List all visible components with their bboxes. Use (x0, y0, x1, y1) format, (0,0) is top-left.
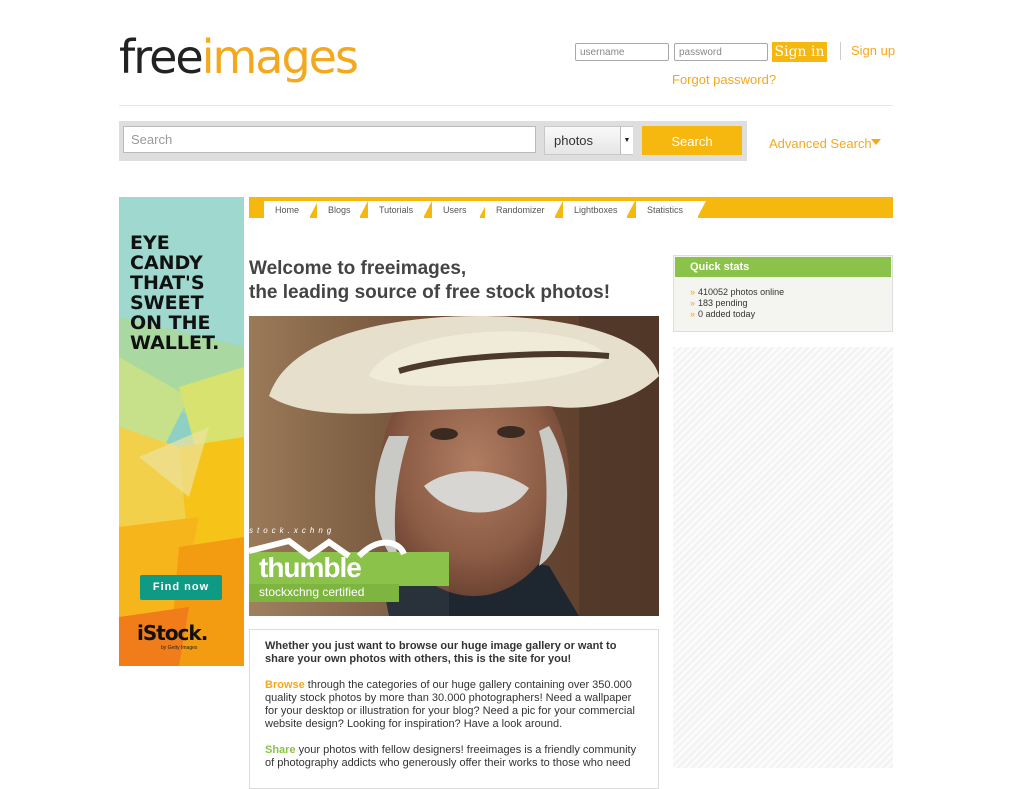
welcome-heading: Welcome to freeimages, the leading sourc… (249, 257, 610, 305)
browse-link[interactable]: Browse (265, 679, 305, 691)
istock-logo: iStock. (137, 621, 208, 645)
share-paragraph: Share your photos with fellow designers!… (265, 744, 645, 770)
tab-label: Users (443, 205, 467, 215)
username-input[interactable]: username (575, 43, 669, 61)
stat-item: » 410052 photos online (690, 287, 784, 298)
stat-item: » 0 added today (690, 309, 755, 320)
ad-headline-line: ON THE (130, 312, 211, 334)
tab-home[interactable]: Home (264, 201, 318, 218)
logo-free-text: free (119, 30, 204, 84)
tab-tutorials[interactable]: Tutorials (368, 201, 432, 218)
bullet-icon: » (690, 298, 696, 308)
stat-text: 0 added today (698, 309, 756, 319)
stat-text: 410052 photos online (698, 287, 785, 297)
sign-up-link[interactable]: Sign up (851, 43, 895, 58)
tab-label: Home (275, 205, 300, 215)
welcome-line-2: the leading source of free stock photos! (249, 282, 611, 303)
stat-item: » 183 pending (690, 298, 748, 309)
header-divider (840, 42, 841, 60)
bullet-icon: » (690, 309, 696, 319)
advanced-search-link[interactable]: Advanced Search (769, 136, 872, 151)
header-divider-line (119, 105, 893, 106)
ad-headline: EYE CANDY THAT'S SWEET ON THE WALLET. (130, 233, 219, 353)
chevron-down-icon[interactable] (871, 139, 881, 145)
tab-label: Blogs (328, 205, 351, 215)
photo-author-name[interactable]: thumble (259, 552, 362, 584)
browse-text: through the categories of our huge galle… (265, 679, 635, 730)
sign-in-button[interactable]: Sign in (772, 42, 827, 62)
ad-find-now-button[interactable]: Find now (140, 575, 222, 600)
photo-watermark: stock.xchng (249, 526, 336, 535)
istock-logo-subtitle: by Getty Images (161, 645, 198, 651)
sidebar-ad-placeholder (673, 347, 893, 768)
quick-stats-title: Quick stats (675, 257, 891, 277)
tab-blogs[interactable]: Blogs (317, 201, 368, 218)
tab-label: Tutorials (379, 205, 414, 215)
ad-headline-line: SWEET (130, 292, 204, 314)
tab-randomizer[interactable]: Randomizer (485, 201, 563, 218)
photo-certified-label: stockxchng certified (259, 585, 365, 599)
password-input[interactable]: password (674, 43, 768, 61)
ad-headline-line: WALLET. (130, 332, 220, 354)
search-input[interactable]: Search (123, 126, 536, 153)
intro-lead-text: Whether you just want to browse our huge… (265, 640, 617, 665)
ad-headline-line: EYE (130, 232, 170, 254)
tab-label: Statistics (647, 205, 684, 215)
tab-lightboxes[interactable]: Lightboxes (563, 201, 635, 218)
istock-ad-banner[interactable]: EYE CANDY THAT'S SWEET ON THE WALLET. Fi… (119, 197, 244, 666)
select-arrow-icon[interactable]: ▼ (620, 127, 633, 154)
tab-statistics[interactable]: Statistics (636, 201, 706, 218)
tab-users[interactable]: Users (432, 201, 488, 218)
stat-text: 183 pending (698, 298, 748, 308)
tab-label: Lightboxes (574, 205, 618, 215)
search-button[interactable]: Search (642, 126, 742, 155)
bullet-icon: » (690, 287, 696, 297)
tab-label: Randomizer (496, 205, 545, 215)
featured-photo[interactable]: stock.xchng thumble stockxchng certified (249, 316, 659, 616)
site-logo[interactable]: freeimages (119, 34, 359, 80)
ad-headline-line: THAT'S (130, 272, 205, 294)
welcome-line-1: Welcome to freeimages, (249, 258, 467, 279)
forgot-password-link[interactable]: Forgot password? (672, 72, 776, 87)
share-text: your photos with fellow designers! freei… (265, 744, 637, 769)
share-link[interactable]: Share (265, 744, 296, 756)
ad-headline-line: CANDY (130, 252, 203, 274)
browse-paragraph: Browse through the categories of our hug… (265, 679, 645, 731)
logo-images-text: images (201, 30, 359, 84)
